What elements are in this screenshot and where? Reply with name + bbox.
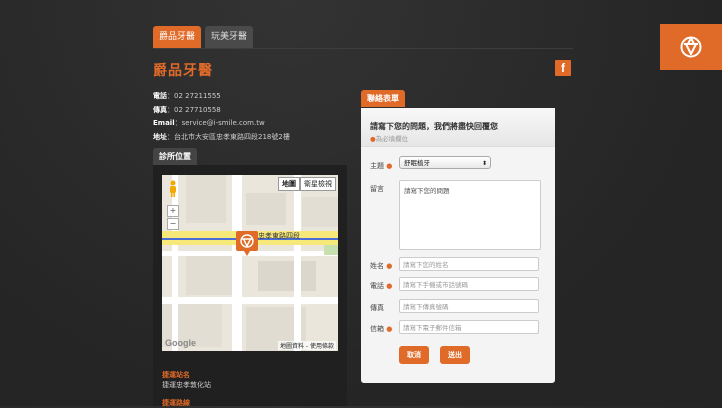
required-note: ●為必填欄位	[370, 135, 409, 143]
map-type-satellite-button[interactable]: 衛星檢視	[300, 177, 336, 191]
name-label: 姓名 ●	[370, 262, 393, 270]
tab-jue-pin[interactable]: 爵品牙醫	[153, 26, 202, 48]
subject-select[interactable]: 舒眠植牙 ⬍	[399, 156, 491, 169]
map-type-control: 地圖 衛星檢視	[278, 177, 336, 191]
zoom-in-button[interactable]: +	[167, 205, 179, 217]
fax-row: 傳真：02 27710558	[153, 105, 221, 114]
zoom-controls: + −	[167, 205, 179, 231]
fax-value: 02 27710558	[174, 105, 221, 114]
email-value: service@i-smile.com.tw	[181, 119, 265, 127]
station-heading: 捷運站名	[162, 371, 190, 379]
fax-label: 傳真	[370, 304, 384, 312]
email-label: Email	[153, 119, 175, 127]
email-field[interactable]: 請寫下電子郵件信箱	[399, 320, 539, 334]
map-marker-icon[interactable]	[236, 231, 258, 257]
subject-label: 主題 ●	[370, 162, 393, 170]
brand-logo[interactable]	[660, 24, 722, 70]
cancel-button[interactable]: 取消	[399, 346, 429, 364]
form-header: 請寫下您的問題，我們將盡快回覆您 ●為必填欄位	[361, 108, 555, 147]
email-row: Email：service@i-smile.com.tw	[153, 119, 265, 127]
page-title: 爵品牙醫	[153, 63, 213, 79]
location-section-label: 診所位置	[153, 148, 197, 165]
clinic-info: 電話：02 27211555 傳真：02 27710558 Email：serv…	[153, 90, 290, 144]
map-streets	[162, 175, 338, 351]
fax-field[interactable]: 請寫下傳真號碼	[399, 299, 539, 313]
message-label: 留言	[370, 185, 384, 193]
phone-label: 電話	[153, 92, 167, 100]
route-heading: 捷運路線	[162, 399, 190, 407]
name-field[interactable]: 請寫下您的姓名	[399, 257, 539, 271]
tab-wan-mei[interactable]: 玩美牙醫	[205, 26, 254, 48]
clinic-tabs: 爵品牙醫 玩美牙醫	[153, 26, 254, 48]
address-value: 台北市大安區忠孝東路四段218號2樓	[174, 132, 290, 141]
phone-label: 電話 ●	[370, 282, 393, 290]
address-row: 地址：台北市大安區忠孝東路四段218號2樓	[153, 132, 290, 141]
submit-button[interactable]: 送出	[440, 346, 470, 364]
phone-row: 電話：02 27211555	[153, 92, 221, 100]
map-type-map-button[interactable]: 地圖	[278, 177, 300, 191]
fax-label: 傳真	[153, 105, 167, 114]
message-field[interactable]: 請寫下您的問題	[399, 180, 541, 250]
email-label: 信箱 ●	[370, 325, 393, 333]
map-view[interactable]: 忠孝東路四段 + − 地圖 衛星檢視 Google 地圖資料 - 使用條款	[162, 175, 338, 351]
road-label: 忠孝東路四段	[258, 232, 300, 240]
tab-divider	[153, 48, 573, 49]
address-label: 地址	[153, 132, 167, 141]
zoom-out-button[interactable]: −	[167, 218, 179, 230]
pegman-icon[interactable]	[168, 180, 178, 198]
phone-value: 02 27211555	[174, 92, 221, 100]
contact-form: 請寫下您的問題，我們將盡快回覆您 ●為必填欄位 主題 ● 舒眠植牙 ⬍ 留言 請寫…	[361, 108, 555, 383]
google-logo: Google	[165, 338, 196, 348]
phone-field[interactable]: 請寫下手機或市話號碼	[399, 277, 539, 291]
tooth-logo-icon	[680, 36, 702, 58]
facebook-icon[interactable]: f	[555, 60, 571, 76]
select-arrow-icon: ⬍	[481, 160, 487, 167]
contact-section-label: 聯絡表單	[361, 90, 405, 107]
map-footer[interactable]: 地圖資料 - 使用條款	[278, 341, 336, 350]
station-value: 捷運忠孝敦化站	[162, 381, 211, 389]
form-heading: 請寫下您的問題，我們將盡快回覆您	[370, 122, 498, 131]
